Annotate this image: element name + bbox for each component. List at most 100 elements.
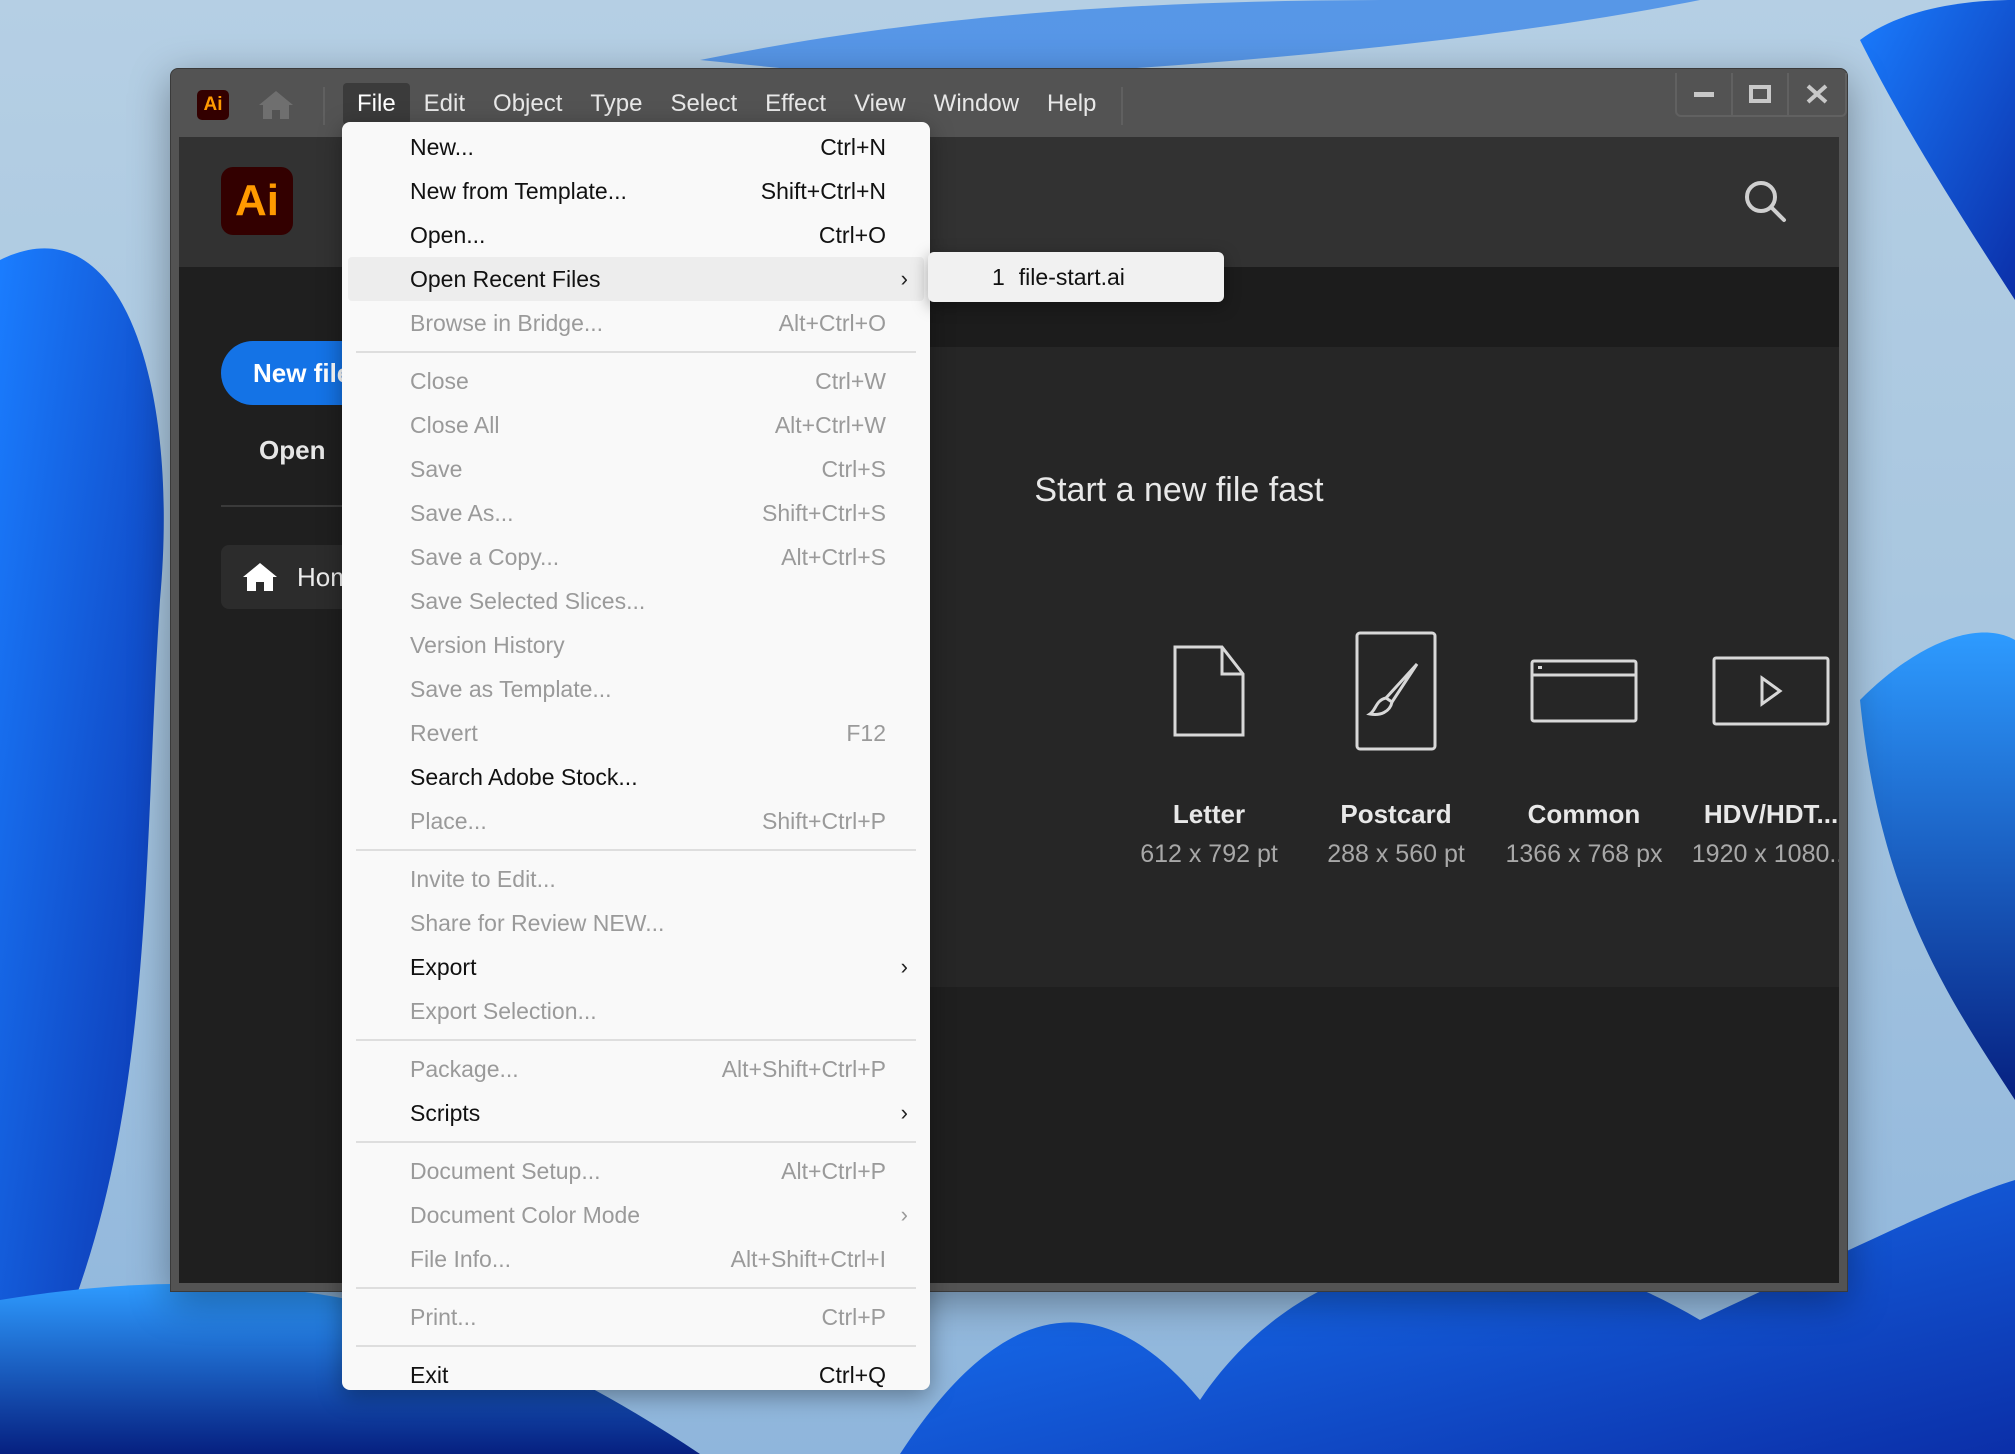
menu-item-label: Document Color Mode: [410, 1201, 641, 1228]
menu-item-version-history[interactable]: Version History: [348, 623, 924, 667]
menu-item-shortcut: Ctrl+W: [815, 367, 886, 394]
chevron-right-icon: ›: [900, 266, 908, 291]
menu-item-label: Revert: [410, 719, 478, 746]
illustrator-logo: Ai: [221, 167, 293, 235]
menu-item-label: Export Selection...: [410, 997, 597, 1024]
menu-separator: [356, 1039, 916, 1041]
menu-item-browse-in-bridge[interactable]: Browse in Bridge... Alt+Ctrl+O: [348, 301, 924, 345]
menu-select[interactable]: Select: [656, 83, 751, 125]
menu-item-package[interactable]: Package... Alt+Shift+Ctrl+P: [348, 1047, 924, 1091]
recent-files-submenu: 1 file-start.ai: [928, 252, 1224, 302]
menu-item-new-from-template[interactable]: New from Template... Shift+Ctrl+N: [348, 169, 924, 213]
menu-view[interactable]: View: [840, 83, 920, 125]
menu-window[interactable]: Window: [920, 83, 1033, 125]
preset-hdv[interactable]: HDV/HDT... 1920 x 1080...: [1681, 611, 1839, 869]
menu-item-export-selection[interactable]: Export Selection...: [348, 989, 924, 1033]
menu-item-document-color-mode[interactable]: Document Color Mode ›: [348, 1193, 924, 1237]
menu-separator: [356, 849, 916, 851]
maximize-button[interactable]: [1733, 73, 1789, 115]
minimize-button[interactable]: [1677, 73, 1733, 115]
menu-item-label: Version History: [410, 631, 565, 658]
menu-item-document-setup[interactable]: Document Setup... Alt+Ctrl+P: [348, 1149, 924, 1193]
preset-size: 612 x 792 pt: [1140, 840, 1278, 868]
menu-item-label: Open Recent Files: [410, 265, 601, 292]
menu-item-label: Place...: [410, 807, 487, 834]
menu-separator: [356, 1287, 916, 1289]
maximize-icon: [1749, 85, 1771, 103]
menu-object[interactable]: Object: [479, 83, 576, 125]
menu-item-share-for-review-new[interactable]: Share for Review NEW...: [348, 901, 924, 945]
menu-item-save[interactable]: Save Ctrl+S: [348, 447, 924, 491]
menu-item-print[interactable]: Print... Ctrl+P: [348, 1295, 924, 1339]
preset-name: HDV/HDT...: [1703, 799, 1839, 829]
menu-item-save-as[interactable]: Save As... Shift+Ctrl+S: [348, 491, 924, 535]
close-button[interactable]: [1789, 73, 1845, 115]
menu-type[interactable]: Type: [576, 83, 656, 125]
search-icon[interactable]: [1741, 177, 1789, 225]
menu-item-shortcut: Alt+Ctrl+P: [781, 1157, 886, 1184]
menu-item-label: Document Setup...: [410, 1157, 601, 1184]
menu-item-invite-to-edit[interactable]: Invite to Edit...: [348, 857, 924, 901]
menu-item-search-adobe-stock[interactable]: Search Adobe Stock...: [348, 755, 924, 799]
menu-item-shortcut: Alt+Shift+Ctrl+P: [721, 1055, 886, 1082]
menu-item-save-a-copy[interactable]: Save a Copy... Alt+Ctrl+S: [348, 535, 924, 579]
paintbrush-icon: [1355, 631, 1437, 751]
close-icon: [1806, 84, 1828, 104]
menu-item-place[interactable]: Place... Shift+Ctrl+P: [348, 799, 924, 843]
menu-item-label: Share for Review NEW...: [410, 909, 665, 936]
menu-separator: [356, 351, 916, 353]
menu-item-shortcut: Shift+Ctrl+S: [762, 499, 886, 526]
menu-item-label: Save a Copy...: [410, 543, 560, 570]
menu-item-shortcut: F12: [846, 719, 886, 746]
preset-name: Common: [1527, 799, 1641, 829]
menu-help[interactable]: Help: [1033, 83, 1110, 125]
recent-file-item[interactable]: 1 file-start.ai: [992, 264, 1125, 291]
open-button[interactable]: Open: [259, 435, 325, 466]
menu-item-shortcut: Ctrl+P: [821, 1303, 886, 1330]
menu-item-shortcut: Ctrl+O: [818, 221, 886, 248]
menu-item-label: New from Template...: [410, 177, 627, 204]
browser-window-icon: [1530, 659, 1638, 723]
menu-item-label: Print...: [410, 1303, 477, 1330]
menu-item-exit[interactable]: Exit Ctrl+Q: [348, 1353, 924, 1397]
menu-item-save-selected-slices[interactable]: Save Selected Slices...: [348, 579, 924, 623]
menu-item-save-as-template[interactable]: Save as Template...: [348, 667, 924, 711]
menu-item-label: Exit: [410, 1361, 449, 1388]
menu-item-close-all[interactable]: Close All Alt+Ctrl+W: [348, 403, 924, 447]
window-controls: [1675, 73, 1847, 117]
preset-postcard[interactable]: Postcard 288 x 560 pt: [1306, 611, 1486, 869]
menu-effect[interactable]: Effect: [751, 83, 840, 125]
menu-item-label: Close All: [410, 411, 500, 438]
menu-item-file-info[interactable]: File Info... Alt+Shift+Ctrl+I: [348, 1237, 924, 1281]
menu-item-scripts[interactable]: Scripts ›: [348, 1091, 924, 1135]
document-icon: [1173, 645, 1245, 737]
menu-item-open-recent-files[interactable]: Open Recent Files ›: [348, 257, 924, 301]
menu-item-label: Close: [410, 367, 469, 394]
preset-size: 1920 x 1080...: [1691, 840, 1839, 868]
menu-item-shortcut: Ctrl+S: [821, 455, 886, 482]
menu-item-label: Search Adobe Stock...: [410, 763, 638, 790]
menu-file[interactable]: File: [343, 83, 410, 125]
preset-common[interactable]: Common 1366 x 768 px: [1494, 611, 1674, 869]
chevron-right-icon: ›: [900, 954, 908, 979]
menu-item-revert[interactable]: Revert F12: [348, 711, 924, 755]
menu-bar: File Edit Object Type Select Effect View…: [343, 83, 1110, 125]
app-badge-icon: Ai: [197, 90, 229, 120]
menu-edit[interactable]: Edit: [410, 83, 479, 125]
menu-item-close[interactable]: Close Ctrl+W: [348, 359, 924, 403]
video-play-icon: [1712, 656, 1830, 726]
menu-item-new[interactable]: New... Ctrl+N: [348, 125, 924, 169]
file-menu-dropdown: New... Ctrl+N New from Template... Shift+Ct…: [342, 122, 930, 1390]
preset-size: 1366 x 768 px: [1505, 840, 1663, 868]
menu-item-label: Invite to Edit...: [410, 865, 556, 892]
preset-letter[interactable]: Letter 612 x 792 pt: [1119, 611, 1299, 869]
home-icon: [243, 563, 277, 591]
menu-item-open[interactable]: Open... Ctrl+O: [348, 213, 924, 257]
menu-item-label: Open...: [410, 221, 486, 248]
preset-size: 288 x 560 pt: [1327, 840, 1465, 868]
menu-item-shortcut: Shift+Ctrl+N: [760, 177, 886, 204]
menu-item-export[interactable]: Export ›: [348, 945, 924, 989]
chevron-right-icon: ›: [900, 1100, 908, 1125]
preset-name: Letter: [1172, 799, 1246, 829]
home-icon[interactable]: [257, 89, 295, 121]
